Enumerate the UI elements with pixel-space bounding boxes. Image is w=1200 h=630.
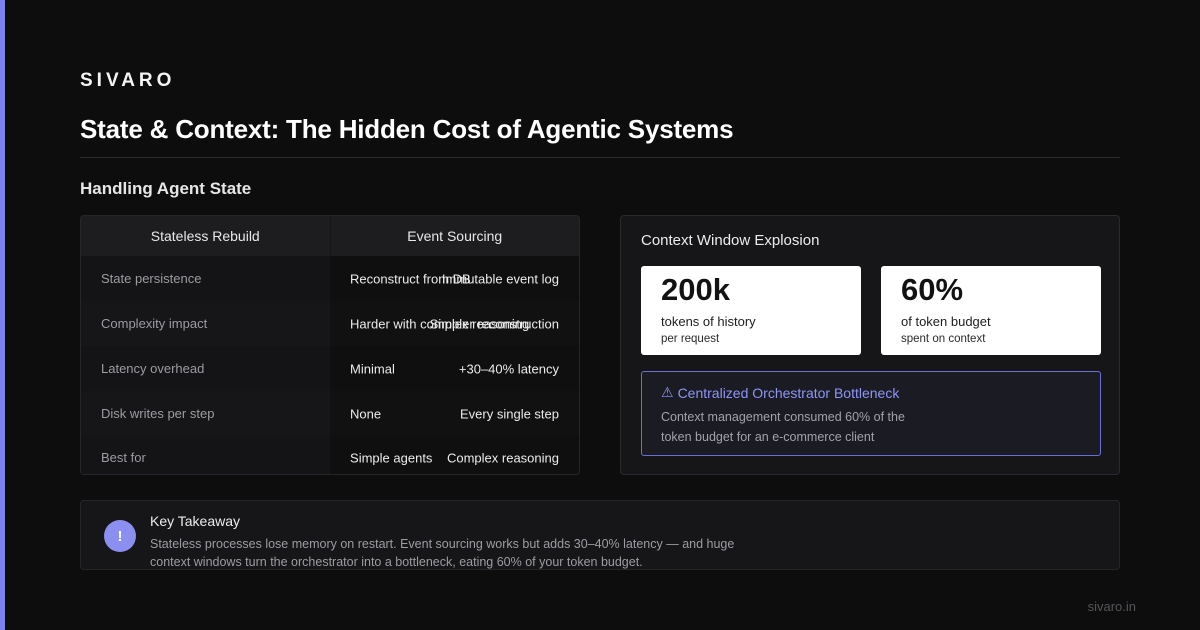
section-title: Handling Agent State: [80, 179, 252, 198]
alert-title: Centralized Orchestrator Bottleneck: [677, 384, 900, 401]
bottleneck-alert: ⚠ Centralized Orchestrator Bottleneck Co…: [641, 371, 1101, 456]
table-row: Complexity impact Harder with complex re…: [81, 301, 579, 346]
row-values: Simple agents Complex reasoning: [330, 436, 579, 474]
table-row: Best for Simple agents Complex reasoning: [81, 436, 579, 474]
event-sourcing-value: Every single step: [460, 406, 559, 421]
takeaway-title: Key Takeaway: [150, 513, 241, 529]
stat-card-budget: 60% of token budget spent on context: [881, 266, 1101, 355]
row-label: Best for: [81, 436, 331, 474]
row-values: None Every single step: [330, 391, 579, 436]
stateless-value: Minimal: [350, 361, 395, 376]
row-label: Disk writes per step: [81, 391, 331, 436]
column-header-event-sourcing: Event Sourcing: [407, 228, 503, 244]
table-row: Disk writes per step None Every single s…: [81, 391, 579, 436]
row-label: State persistence: [81, 256, 331, 301]
alert-body: Context management consumed 60% of the t…: [661, 410, 905, 444]
key-takeaway-box: ! Key Takeaway Stateless processes lose …: [80, 500, 1120, 570]
warning-icon: ⚠: [661, 384, 674, 400]
row-values: Harder with complex reasoning Simpler re…: [330, 301, 579, 346]
brand-logo: SIVARO: [80, 70, 176, 91]
row-label: Latency overhead: [81, 346, 331, 391]
stat-value: 60%: [901, 272, 964, 307]
table-row: Latency overhead Minimal +30–40% latency: [81, 346, 579, 391]
title-divider: [80, 157, 1120, 158]
event-sourcing-value: Simpler reconstruction: [429, 316, 559, 331]
stat-card-tokens: 200k tokens of history per request: [641, 266, 861, 355]
event-sourcing-value: Complex reasoning: [446, 450, 559, 465]
takeaway-body: Stateless processes lose memory on resta…: [150, 537, 735, 569]
page-title: State & Context: The Hidden Cost of Agen…: [80, 114, 734, 144]
panel-title: Context Window Explosion: [641, 232, 820, 249]
row-label: Complexity impact: [81, 301, 331, 346]
row-values: Minimal +30–40% latency: [330, 346, 579, 391]
stateless-value: None: [350, 406, 382, 421]
stat-label: tokens of history: [661, 314, 756, 329]
stat-sublabel: spent on context: [901, 333, 986, 345]
context-window-panel: Context Window Explosion 200k tokens of …: [620, 215, 1120, 475]
column-header-stateless: Stateless Rebuild: [81, 216, 331, 256]
event-sourcing-value: +30–40% latency: [458, 361, 559, 376]
stateless-value: Simple agents: [350, 450, 433, 465]
alert-title-row: ⚠ Centralized Orchestrator Bottleneck: [661, 384, 899, 401]
footer-url: sivaro.in: [1087, 599, 1136, 614]
row-values: Reconstruct from DB Immutable event log: [330, 256, 579, 301]
comparison-table: Stateless Rebuild Event Sourcing State p…: [80, 215, 580, 475]
accent-bar: [0, 0, 5, 630]
stat-sublabel: per request: [661, 333, 720, 345]
exclamation-icon: !: [104, 520, 136, 552]
table-row: State persistence Reconstruct from DB Im…: [81, 256, 579, 301]
stat-value: 200k: [661, 272, 730, 307]
stat-label: of token budget: [901, 314, 991, 329]
table-header: Stateless Rebuild Event Sourcing: [81, 216, 579, 256]
event-sourcing-value: Immutable event log: [441, 271, 559, 286]
